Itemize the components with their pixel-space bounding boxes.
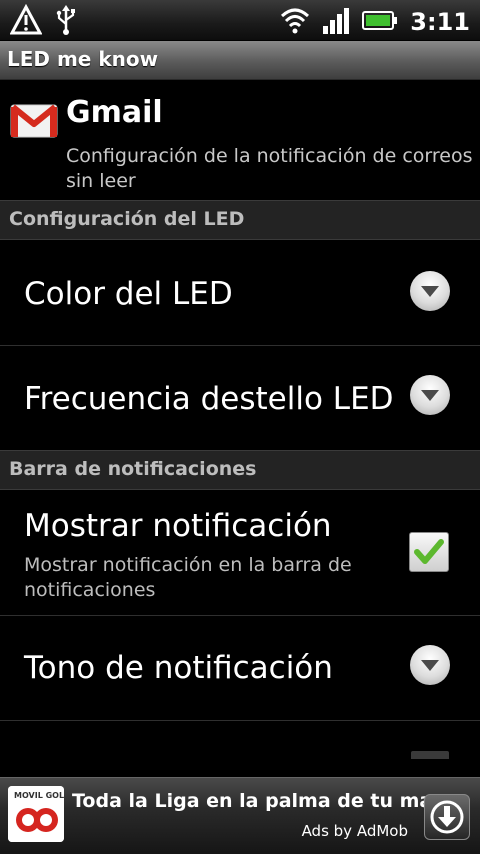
- section-header-led: Configuración del LED: [0, 200, 480, 240]
- status-bar: 3:11: [0, 0, 480, 41]
- chevron-down-icon[interactable]: [410, 375, 450, 415]
- item-subtitle: Mostrar notificación en la barra de noti…: [24, 554, 352, 601]
- ad-attribution: Ads by AdMob: [301, 822, 408, 840]
- account-subtitle: Configuración de la notificación de corr…: [66, 145, 473, 192]
- svg-text:MOVIL GOL: MOVIL GOL: [14, 791, 64, 800]
- app-name: LED me know: [7, 47, 159, 71]
- account-header: Gmail Configuración de la notificación d…: [0, 80, 480, 200]
- chevron-down-icon[interactable]: [410, 645, 450, 685]
- signal-icon: [322, 4, 350, 40]
- gmail-icon: [10, 100, 58, 144]
- item-title: Mostrar notificación: [24, 508, 332, 544]
- show-notification-checkbox[interactable]: [409, 532, 449, 572]
- led-color-item[interactable]: Color del LED: [0, 240, 480, 346]
- section-header-notification-bar: Barra de notificaciones: [0, 450, 480, 490]
- screen: 3:11 LED me know Gmail Configuración de …: [0, 0, 480, 854]
- battery-icon: [362, 4, 398, 40]
- item-title: Tono de notificación: [24, 650, 333, 686]
- led-frequency-item[interactable]: Frecuencia destello LED: [0, 346, 480, 451]
- chevron-down-icon[interactable]: [410, 271, 450, 311]
- ad-text[interactable]: Toda la Liga en la palma de tu mano: [72, 790, 459, 812]
- title-bar: LED me know: [0, 41, 480, 80]
- download-icon[interactable]: [424, 794, 470, 840]
- show-notification-item[interactable]: Mostrar notificación Mostrar notificació…: [0, 490, 480, 616]
- section-label: Barra de notificaciones: [9, 458, 257, 480]
- status-time: 3:11: [410, 8, 470, 36]
- checkbox-partial: [411, 751, 449, 759]
- ad-banner[interactable]: MOVIL GOL Toda la Liga en la palma de tu…: [0, 777, 480, 854]
- usb-icon: [54, 4, 78, 40]
- notification-tone-item[interactable]: Tono de notificación: [0, 616, 480, 721]
- section-label: Configuración del LED: [9, 208, 245, 230]
- item-title: Frecuencia destello LED: [24, 381, 394, 417]
- account-title: Gmail: [66, 95, 163, 130]
- ad-logo: MOVIL GOL: [8, 786, 64, 842]
- checkmark-icon: [414, 539, 444, 564]
- item-title: Color del LED: [24, 276, 233, 312]
- warning-icon: [9, 3, 43, 40]
- wifi-icon: [280, 4, 310, 40]
- list-item-partial[interactable]: [0, 721, 480, 781]
